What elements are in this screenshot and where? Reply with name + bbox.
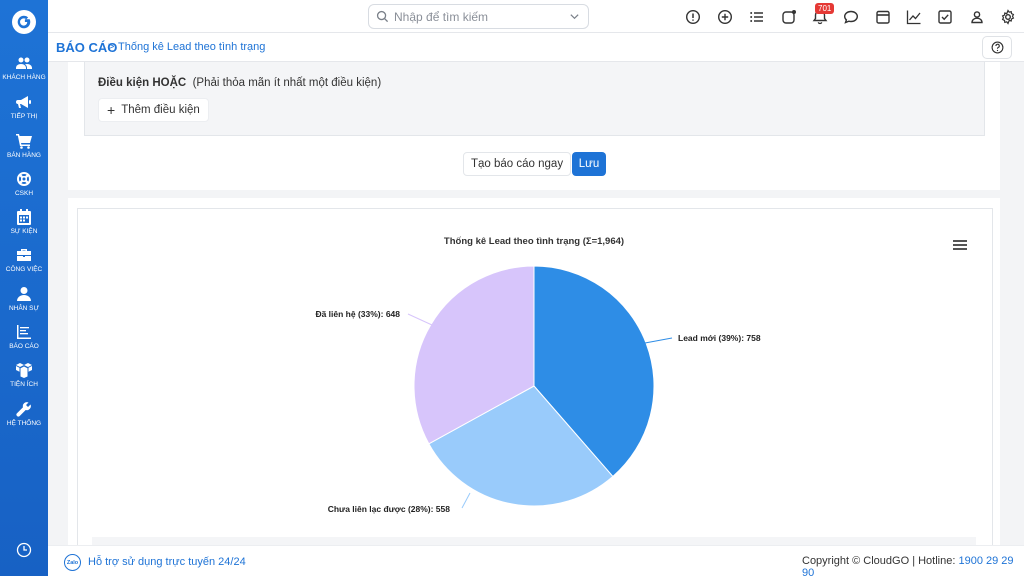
copyright-label: Copyright © CloudGO | Hotline: bbox=[802, 555, 959, 567]
copyright-text: Copyright © CloudGO | Hotline: 1900 29 2… bbox=[802, 555, 1024, 576]
pie-chart: Thống kê Lead theo tình trạng (Σ=1,964) … bbox=[315, 236, 761, 514]
zalo-icon[interactable]: Zalo bbox=[64, 554, 81, 571]
pie-data-label: Lead mới (39%): 758 bbox=[678, 333, 761, 343]
chart-title: Thống kê Lead theo tình trạng (Σ=1,964) bbox=[444, 236, 624, 247]
pie-label-connector bbox=[407, 313, 433, 326]
pie-data-label: Đã liên hệ (33%): 648 bbox=[315, 309, 400, 319]
footer: Zalo Hỗ trợ sử dụng trực tuyến 24/24 Cop… bbox=[48, 545, 1024, 576]
table-header-strip bbox=[92, 537, 976, 545]
support-link[interactable]: Hỗ trợ sử dụng trực tuyến 24/24 bbox=[88, 556, 246, 568]
pie-label-connector bbox=[644, 337, 673, 344]
pie-data-label: Chưa liên lạc được (28%): 558 bbox=[328, 504, 451, 514]
chart-menu-button[interactable] bbox=[953, 238, 967, 250]
pie-label-connector bbox=[461, 492, 471, 509]
hamburger-icon bbox=[953, 240, 967, 250]
